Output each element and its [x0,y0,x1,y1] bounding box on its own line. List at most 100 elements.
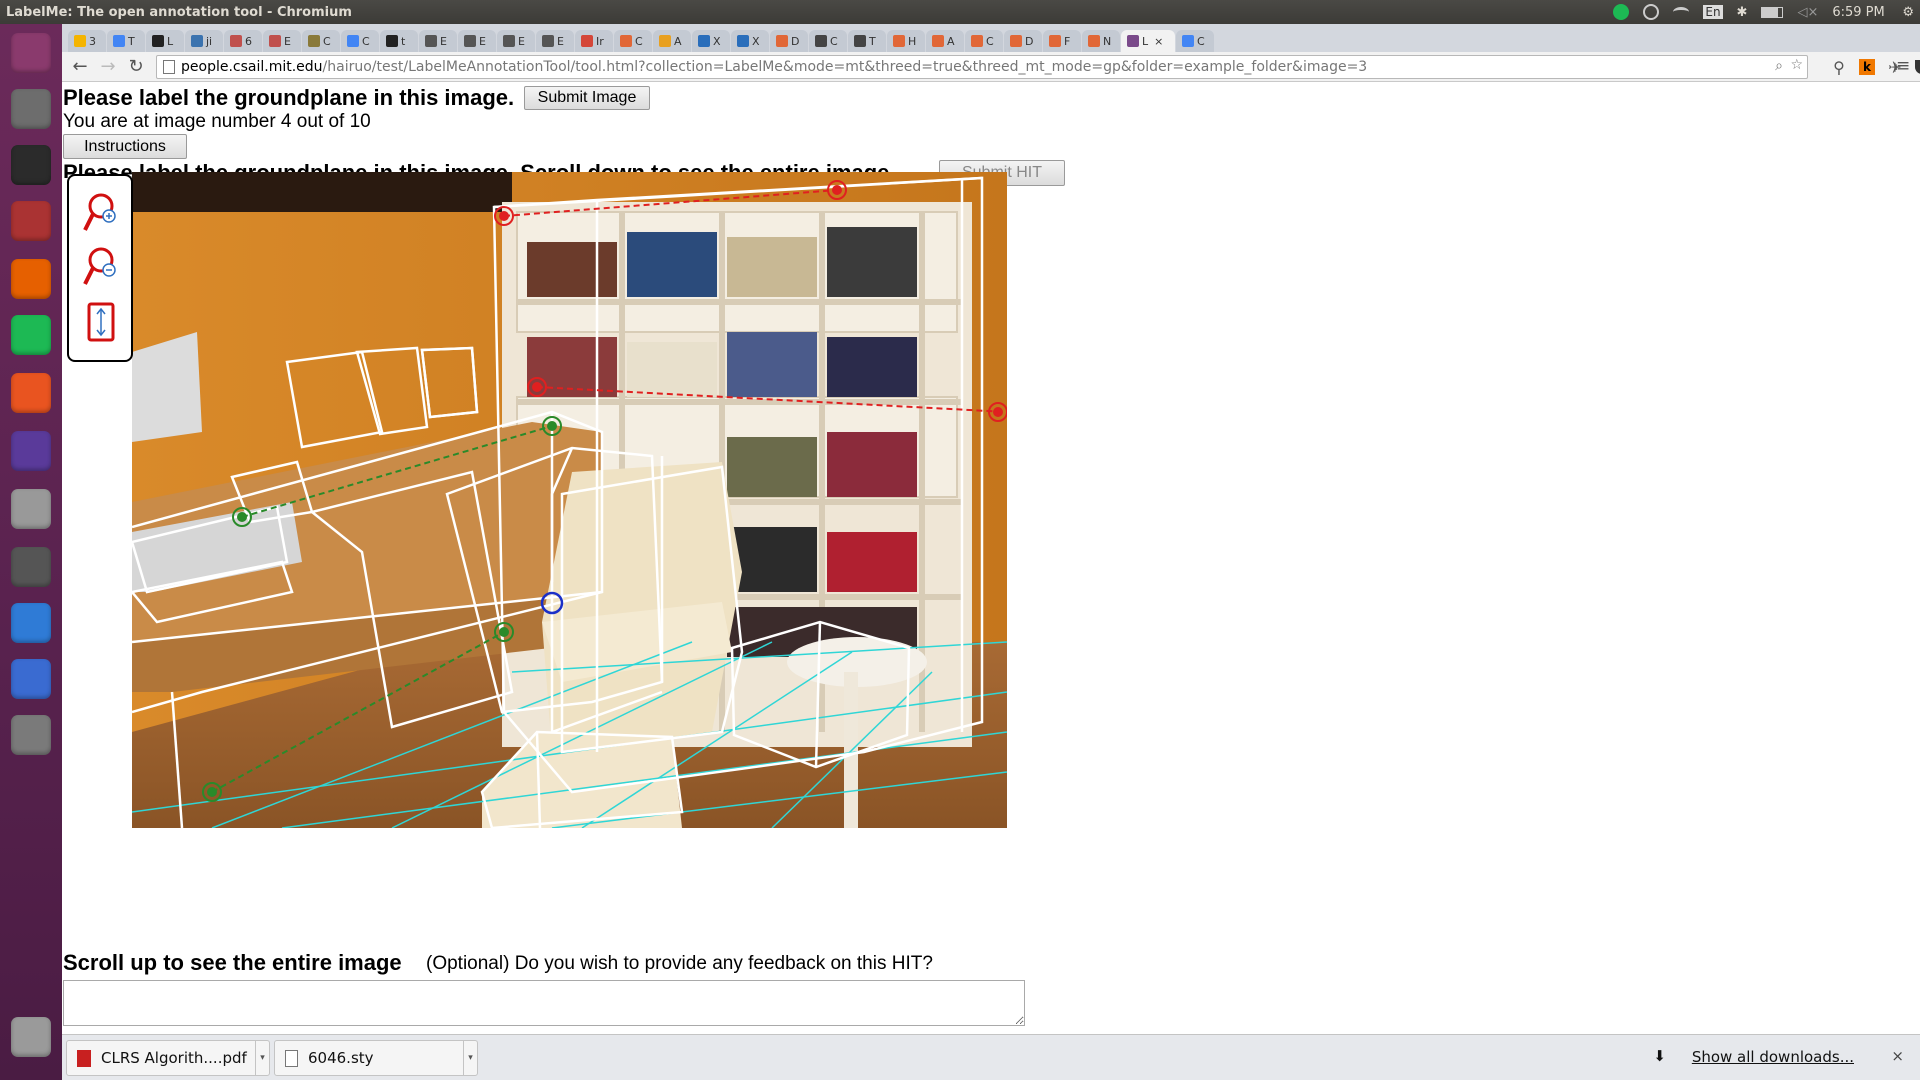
url-path: /hairuo/test/LabelMeAnnotationTool/tool.… [322,59,1368,75]
browser-tab[interactable]: C [614,30,652,52]
reload-button[interactable]: ↻ [122,54,150,80]
browser-tab[interactable]: H [887,30,925,52]
download-item-sty[interactable]: 6046.sty ▾ [274,1040,478,1076]
tab-label: t [401,34,406,48]
browser-tab[interactable]: Ir [575,30,613,52]
browser-tab[interactable]: C [302,30,340,52]
power-gear-icon[interactable]: ⚙ [1902,5,1914,20]
launcher-firefox[interactable] [8,256,54,302]
browser-tab[interactable]: T [848,30,886,52]
launcher-spotify[interactable] [8,312,54,358]
download-menu-arrow-icon[interactable]: ▾ [463,1041,477,1075]
tab-label: ji [206,34,213,48]
spotify-tray-icon[interactable] [1613,4,1630,20]
browser-tab[interactable]: C [965,30,1003,52]
browser-tab[interactable]: L [146,30,184,52]
tab-label: E [284,34,291,48]
annotation-canvas[interactable] [132,172,1007,828]
tab-label: F [1064,34,1071,48]
launcher-spiral-app[interactable] [8,656,54,702]
browser-tab[interactable]: E [419,30,457,52]
extension-mouse-icon[interactable]: ⚲ [1828,56,1850,78]
bluetooth-icon[interactable]: ✱ [1737,5,1748,20]
close-shelf-icon[interactable]: × [1891,1047,1904,1065]
address-bar[interactable]: people.csail.mit.edu/hairuo/test/LabelMe… [156,55,1808,79]
browser-tab[interactable]: D [770,30,808,52]
browser-tab[interactable]: X [692,30,730,52]
launcher-software-center[interactable] [8,370,54,416]
download-item-clrs[interactable]: CLRS Algorith....pdf ▾ [66,1040,270,1076]
browser-tab[interactable]: A [653,30,691,52]
zoom-in-icon[interactable] [81,190,121,234]
download-arrow-icon: ⬇ [1653,1047,1666,1065]
zoom-out-icon[interactable] [81,244,121,288]
launcher-files[interactable] [8,86,54,132]
browser-tab[interactable]: C [809,30,847,52]
tab-close-icon[interactable]: × [1154,35,1163,48]
keyboard-layout[interactable]: En [1703,5,1723,19]
launcher-terminal[interactable] [8,142,54,188]
download-menu-arrow-icon[interactable]: ▾ [255,1041,269,1075]
volume-icon[interactable]: ◁× [1797,5,1818,20]
browser-tab[interactable]: ji [185,30,223,52]
browser-tab[interactable]: E [536,30,574,52]
browser-tab[interactable]: E [458,30,496,52]
launcher-app-circle[interactable] [8,428,54,474]
launcher-dash[interactable] [8,30,54,76]
instructions-button[interactable]: Instructions [63,134,187,159]
browser-tab[interactable]: t [380,30,418,52]
browser-tab[interactable]: E [263,30,301,52]
browser-tab[interactable]: X [731,30,769,52]
fit-to-window-icon[interactable] [81,300,121,344]
tab-label: X [713,34,721,48]
tab-label: L [167,34,174,48]
app-circle-icon [11,431,51,471]
submit-image-button[interactable]: Submit Image [524,86,650,110]
tab-strip: 3 T Lji 6 E C Ct E E E E Ir C A X X D C T H A C D F N L × C [62,24,1920,52]
matlab-icon [1088,35,1100,47]
forward-button[interactable]: → [94,54,122,80]
launcher-updater[interactable] [8,712,54,758]
clock[interactable]: 6:59 PM [1832,5,1888,20]
browser-tab[interactable]: N [1082,30,1120,52]
tab-label: L [1142,34,1149,48]
bug-icon [308,35,320,47]
labelme-icon [1127,35,1139,47]
tab-label: E [440,34,447,48]
wifi-icon[interactable] [1673,7,1690,17]
browser-tab[interactable]: F [1043,30,1081,52]
launcher-inkscape[interactable] [8,544,54,590]
browser-tab[interactable]: 3 [68,30,106,52]
browser-tab[interactable]: L × [1121,30,1175,52]
launcher-disk[interactable] [8,486,54,532]
extension-k-icon[interactable]: k [1856,56,1878,78]
chrome-menu-icon[interactable]: ≡ [1896,56,1910,76]
tab-label: E [518,34,525,48]
browser-tab[interactable]: C [1176,30,1214,52]
battery-icon[interactable] [1761,6,1784,18]
download-filename: CLRS Algorith....pdf [101,1049,247,1067]
bookmark-star-icon[interactable]: ☆ [1790,57,1803,73]
browser-tab[interactable]: 6 [224,30,262,52]
back-button[interactable]: ← [66,54,94,80]
launcher-chromium[interactable] [8,600,54,646]
extension-pocket-icon[interactable] [1912,56,1920,78]
tab-label: C [323,34,331,48]
feedback-textarea[interactable] [63,980,1025,1026]
tab-label: 6 [245,34,252,48]
launcher-trash[interactable] [8,1014,54,1060]
sync-icon[interactable] [1643,4,1660,20]
browser-tab[interactable]: A [926,30,964,52]
browser-tab[interactable]: T [107,30,145,52]
show-all-downloads-link[interactable]: Show all downloads... [1692,1048,1854,1066]
image-counter: You are at image number 4 out of 10 [63,111,371,132]
browser-tab[interactable]: C [341,30,379,52]
tab-label: D [791,34,800,48]
browser-tab[interactable]: E [497,30,535,52]
zoom-icon[interactable]: ⌕ [1775,58,1783,74]
room-scene-image[interactable] [132,172,1007,828]
wiki-icon [464,35,476,47]
jira-icon [191,35,203,47]
browser-tab[interactable]: D [1004,30,1042,52]
launcher-settings[interactable] [8,198,54,244]
